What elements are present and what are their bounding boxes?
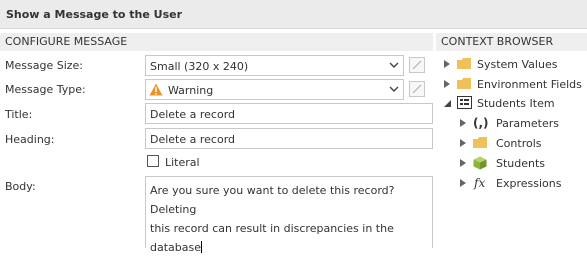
edit-icon xyxy=(412,60,422,70)
literal-label: Literal xyxy=(165,156,200,169)
message-size-select[interactable]: Small (320 x 240) xyxy=(145,55,404,76)
warning-icon xyxy=(149,83,163,96)
expand-arrow-icon xyxy=(444,80,450,88)
body-line-1: Are you sure you want to delete this rec… xyxy=(150,184,395,216)
dialog-title-bar: Show a Message to the User xyxy=(0,0,587,29)
form-item-icon xyxy=(457,96,472,109)
message-size-edit-button[interactable] xyxy=(409,57,425,73)
tree-item-label: Parameters xyxy=(496,117,559,130)
tree-item-expressions[interactable]: fx Expressions xyxy=(459,176,583,191)
tree-item-system-values[interactable]: System Values xyxy=(443,58,583,72)
message-type-label: Message Type: xyxy=(5,83,86,96)
chevron-down-icon xyxy=(389,86,399,92)
collapse-arrow-icon xyxy=(444,100,451,107)
tree-item-students[interactable]: Students xyxy=(459,156,583,171)
heading-value: Delete a record xyxy=(150,133,236,146)
tree-item-parameters[interactable]: (,) Parameters xyxy=(459,116,583,131)
folder-icon xyxy=(457,58,471,69)
edit-icon xyxy=(412,84,422,94)
configure-message-header: CONFIGURE MESSAGE xyxy=(0,33,433,51)
heading-label: Heading: xyxy=(5,133,55,146)
folder-icon xyxy=(473,137,487,148)
body-line-2: this record can result in discrepancies … xyxy=(150,222,394,254)
context-browser-header: CONTEXT BROWSER xyxy=(436,33,587,51)
tree-item-label: Students Item xyxy=(477,97,555,110)
body-textarea[interactable]: Are you sure you want to delete this rec… xyxy=(145,176,433,254)
expand-arrow-icon xyxy=(460,119,466,127)
message-type-value: Warning xyxy=(168,84,214,97)
expand-arrow-icon xyxy=(444,60,450,68)
dialog-title: Show a Message to the User xyxy=(6,8,183,21)
message-size-value: Small (320 x 240) xyxy=(150,60,249,73)
title-label: Title: xyxy=(5,108,33,121)
fx-icon: fx xyxy=(474,176,486,190)
cube-icon xyxy=(473,156,487,170)
body-label: Body: xyxy=(5,180,36,193)
message-size-label: Message Size: xyxy=(5,59,83,72)
tree-item-label: System Values xyxy=(477,58,558,71)
message-type-select[interactable]: Warning xyxy=(145,79,404,100)
text-caret xyxy=(201,241,202,253)
chevron-down-icon xyxy=(389,62,399,68)
tree-item-label: Expressions xyxy=(496,177,562,190)
parameters-icon: (,) xyxy=(473,116,489,130)
expand-arrow-icon xyxy=(460,179,466,187)
message-type-edit-button[interactable] xyxy=(409,81,425,97)
expand-arrow-icon xyxy=(460,159,466,167)
tree-item-controls[interactable]: Controls xyxy=(459,137,583,151)
heading-input[interactable]: Delete a record xyxy=(145,128,433,149)
tree-item-environment-fields[interactable]: Environment Fields xyxy=(443,78,583,92)
title-value: Delete a record xyxy=(150,108,236,121)
tree-item-label: Students xyxy=(496,157,546,170)
folder-icon xyxy=(457,78,471,89)
expand-arrow-icon xyxy=(460,139,466,147)
tree-item-students-item[interactable]: Students Item xyxy=(443,96,583,111)
tree-item-label: Environment Fields xyxy=(477,78,582,91)
title-input[interactable]: Delete a record xyxy=(145,103,433,124)
tree-item-label: Controls xyxy=(496,137,542,150)
body-text: Are you sure you want to delete this rec… xyxy=(150,181,428,257)
literal-checkbox[interactable] xyxy=(147,155,159,167)
